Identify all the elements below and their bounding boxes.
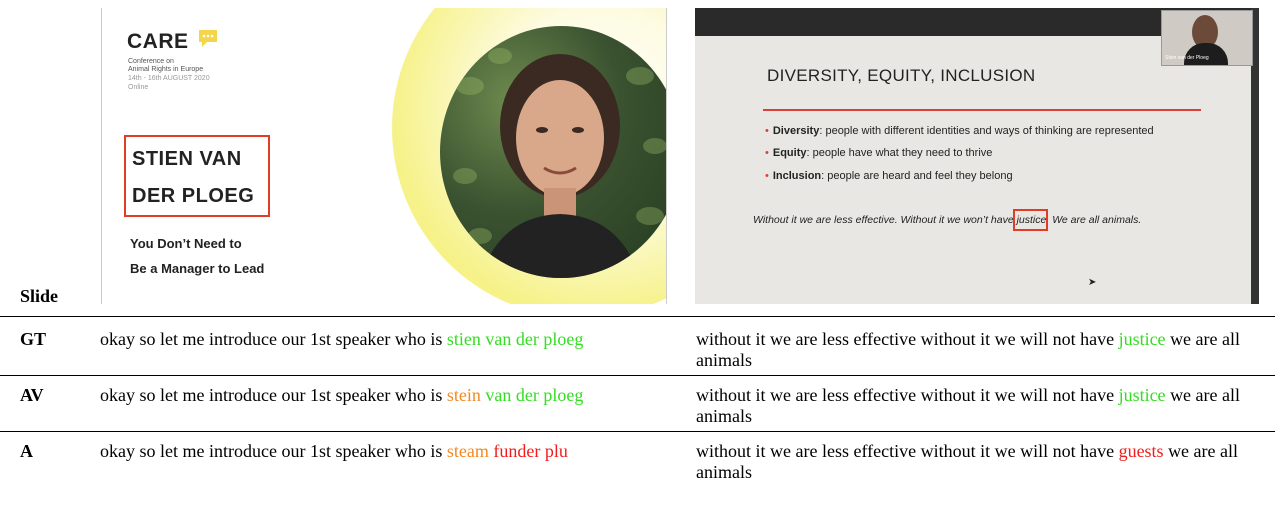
care-logo: CARE — [127, 30, 189, 53]
title-divider — [763, 109, 1201, 111]
bullet-dot-icon: • — [765, 125, 769, 137]
highlighted-word: van der ploeg — [485, 385, 584, 405]
conference-dates: 14th - 16th AUGUST 2020 — [128, 75, 210, 82]
bullet-item: • Inclusion: people are heard and feel th… — [765, 170, 1013, 182]
talk-title-line: You Don’t Need to — [130, 236, 242, 251]
word-highlight-box — [1013, 209, 1048, 231]
row-label: GT — [20, 329, 47, 349]
transcript-cell: without it we are less effective without… — [696, 385, 1262, 427]
bullet-term: Inclusion — [772, 170, 822, 182]
transcript-cell: okay so let me introduce our 1st speaker… — [100, 329, 666, 350]
transcript-text: okay so let me introduce our 1st speaker… — [100, 385, 447, 405]
slide-image-2: Stien van der Ploeg DIVERSITY, EQUITY, I… — [695, 8, 1259, 304]
webcam-name-label: Stien van der Ploeg — [1165, 55, 1209, 61]
bullet-text: : people have what they need to thrive — [806, 147, 993, 159]
speech-bubble-icon — [199, 30, 217, 47]
speaker-name-line: STIEN VAN — [132, 148, 242, 170]
transcript-cell: without it we are less effective without… — [696, 329, 1262, 371]
highlighted-word: justice — [1118, 329, 1166, 349]
bullet-term: Diversity — [772, 125, 820, 137]
bullet-item: • Equity: people have what they need to t… — [765, 147, 992, 159]
transcript-text: without it we are less effective without… — [696, 441, 1119, 461]
highlighted-word: stein — [446, 385, 481, 405]
bullet-text: : people with different identities and w… — [819, 125, 1154, 137]
highlighted-word: funder plu — [493, 441, 568, 461]
table-rule — [0, 431, 1275, 432]
table-rule — [0, 375, 1275, 376]
quote-text: Without it we are less effective. Withou… — [753, 214, 1017, 226]
conference-format: Online — [128, 84, 149, 91]
table-rule — [0, 316, 1275, 318]
highlighted-word: guests — [1118, 441, 1164, 461]
conference-line: Conference on — [128, 58, 174, 65]
transcript-cell: okay so let me introduce our 1st speaker… — [100, 441, 666, 462]
transcript-cell: okay so let me introduce our 1st speaker… — [100, 385, 666, 406]
highlighted-word: steam — [446, 441, 489, 461]
mouse-cursor-icon: ➤ — [1088, 277, 1097, 288]
talk-title-line: Be a Manager to Lead — [130, 261, 265, 276]
speaker-photo — [440, 26, 666, 278]
slide-row-label: Slide — [20, 286, 59, 306]
slide-quote: Without it we are less effective. Withou… — [753, 214, 1141, 226]
transcript-text: okay so let me introduce our 1st speaker… — [100, 441, 447, 461]
highlighted-word: justice — [1118, 385, 1166, 405]
bullet-dot-icon: • — [765, 170, 769, 182]
webcam-thumbnail: Stien van der Ploeg — [1161, 10, 1253, 66]
bullet-term: Equity — [772, 147, 807, 159]
transcript-text: without it we are less effective without… — [696, 329, 1119, 349]
highlighted-word: stien van der ploeg — [446, 329, 584, 349]
row-label: AV — [20, 385, 44, 405]
speaker-name-line: DER PLOEG — [132, 185, 255, 207]
quote-text: . We are all animals. — [1046, 214, 1142, 226]
transcript-text: okay so let me introduce our 1st speaker… — [100, 329, 447, 349]
bullet-item: • Diversity: people with different identi… — [765, 125, 1154, 137]
bullet-dot-icon: • — [765, 147, 769, 159]
slide-image-1: CARE Conference on Animal Rights in Euro… — [101, 8, 667, 304]
transcript-text: without it we are less effective without… — [696, 385, 1119, 405]
webcam-speaker-body — [1184, 43, 1228, 65]
conference-line: Animal Rights in Europe — [128, 66, 204, 73]
transcript-cell: without it we are less effective without… — [696, 441, 1262, 483]
row-label: A — [20, 441, 33, 461]
slide-title: DIVERSITY, EQUITY, INCLUSION — [767, 66, 1036, 85]
bullet-text: : people are heard and feel they belong — [821, 170, 1013, 182]
